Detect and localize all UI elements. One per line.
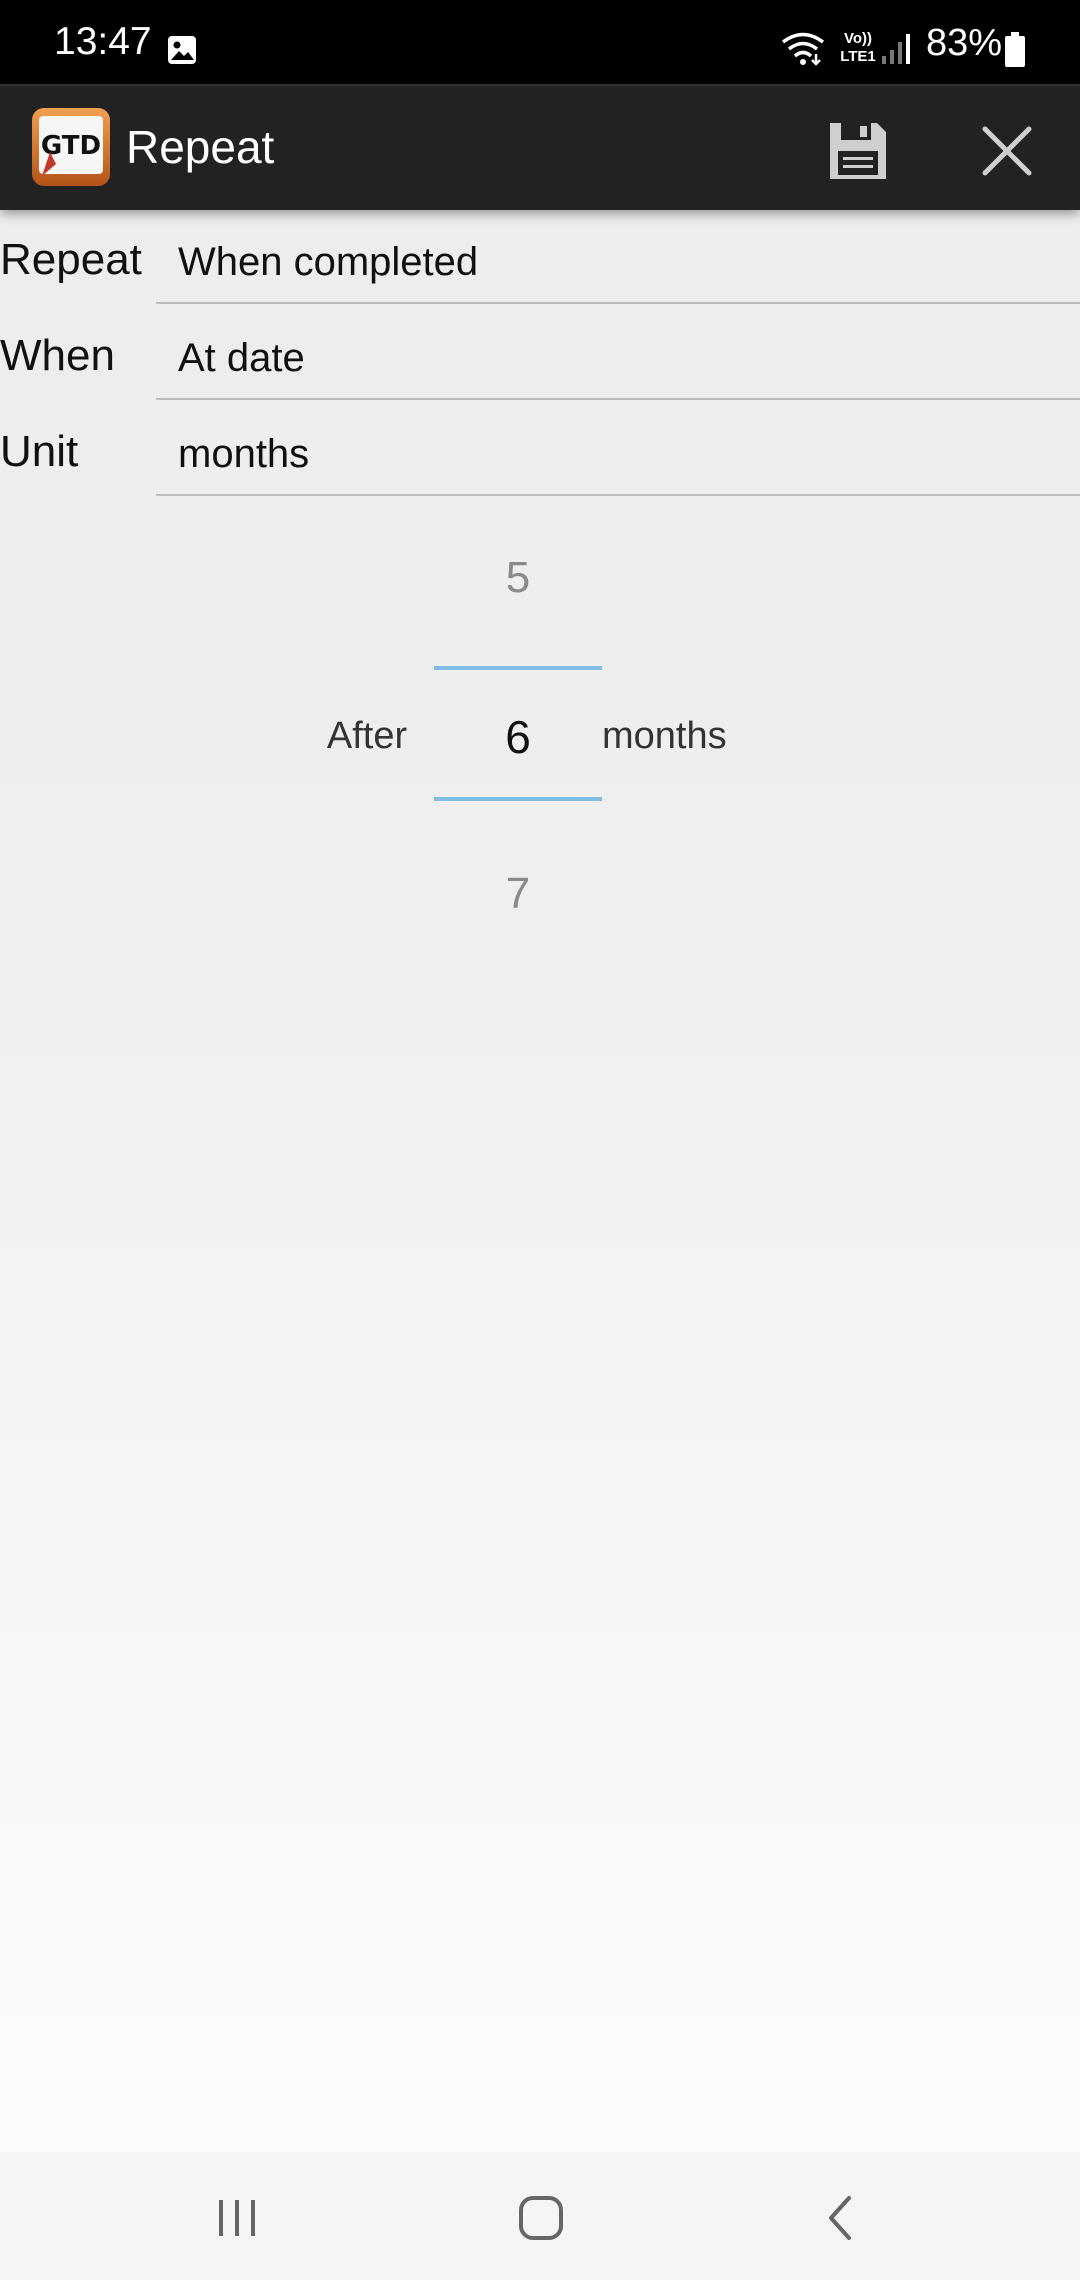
recents-icon xyxy=(219,2200,255,2236)
recents-button[interactable] xyxy=(202,2192,272,2244)
battery-percentage: 83% xyxy=(926,22,1003,64)
when-row: When At date xyxy=(0,310,1080,406)
repeat-dropdown[interactable]: When completed xyxy=(156,214,1080,304)
save-icon xyxy=(830,123,886,179)
action-bar: GTD Repeat xyxy=(0,84,1080,210)
repeat-label: Repeat xyxy=(0,235,142,284)
picker-prefix-label: After xyxy=(326,715,408,757)
back-icon xyxy=(829,2196,851,2240)
unit-dropdown[interactable]: months xyxy=(156,406,1080,496)
when-value: At date xyxy=(178,336,305,380)
unit-row: Unit months xyxy=(0,406,1080,502)
back-button[interactable] xyxy=(806,2188,876,2248)
close-icon xyxy=(982,126,1032,176)
navigation-bar xyxy=(0,2152,1080,2280)
unit-value: months xyxy=(178,432,310,476)
repeat-value: When completed xyxy=(178,240,479,284)
picker-divider-top xyxy=(434,666,602,670)
wifi-icon xyxy=(781,32,825,66)
picker-divider-bottom xyxy=(434,797,602,801)
home-button[interactable] xyxy=(506,2188,576,2248)
gtd-app-logo: GTD xyxy=(32,108,110,186)
repeat-row: Repeat When completed xyxy=(0,214,1080,310)
picker-suffix-label: months xyxy=(602,715,727,757)
signal-icon xyxy=(882,34,910,64)
volte-line1: Vo)) xyxy=(843,30,873,47)
picker-previous-value[interactable]: 5 xyxy=(434,556,602,600)
battery-icon xyxy=(1005,32,1025,67)
save-button[interactable] xyxy=(810,110,906,192)
unit-label: Unit xyxy=(0,427,79,476)
picker-current-value[interactable]: 6 xyxy=(434,714,602,760)
gallery-icon xyxy=(168,36,196,64)
status-bar: 13:47 Vo)) LTE1 83% xyxy=(0,0,1080,84)
status-time: 13:47 xyxy=(54,20,152,63)
home-icon xyxy=(519,2196,563,2240)
picker-next-value[interactable]: 7 xyxy=(434,872,602,916)
volte-indicator: Vo)) LTE1 xyxy=(836,30,880,70)
when-dropdown[interactable]: At date xyxy=(156,310,1080,400)
page-title: Repeat xyxy=(126,121,275,173)
close-button[interactable] xyxy=(962,110,1052,192)
volte-line2: LTE1 xyxy=(840,48,876,65)
when-label: When xyxy=(0,331,115,380)
